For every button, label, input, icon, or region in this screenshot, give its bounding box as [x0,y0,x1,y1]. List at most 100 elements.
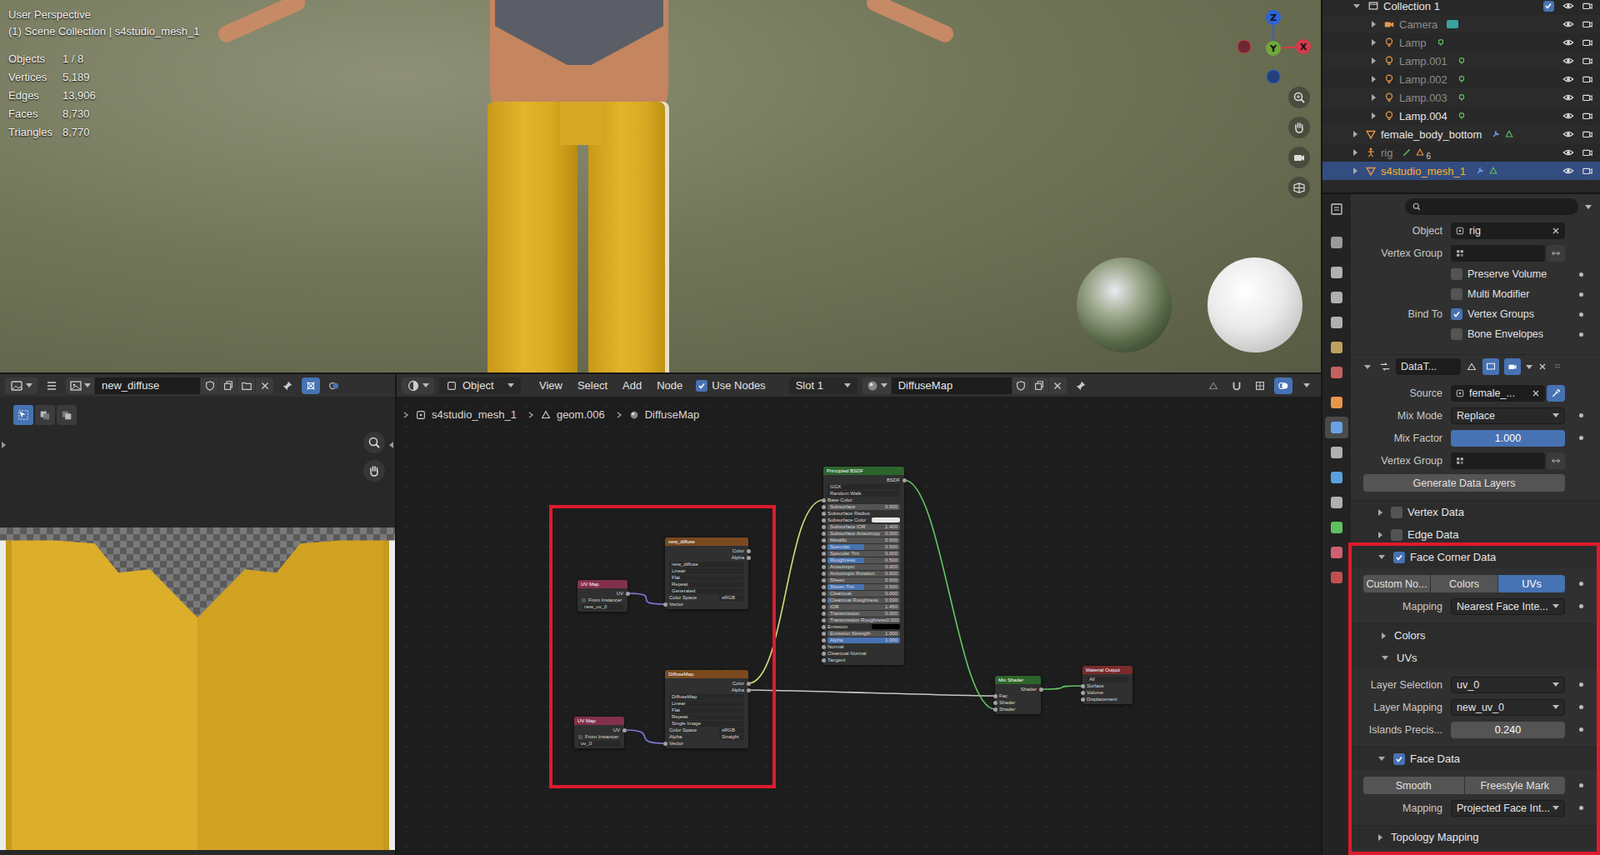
expand-arrow-icon[interactable] [1381,655,1389,660]
shader-node[interactable]: DiffuseMap Color Alpha DiffuseMapLinearF… [665,670,749,749]
render-camera-icon[interactable] [1581,128,1594,140]
checkbox[interactable]: Bone Envelopes [1450,328,1565,340]
light-data-icon[interactable] [1456,92,1467,103]
segment-option[interactable]: Smooth [1363,776,1465,795]
render-camera-icon[interactable] [1581,110,1594,122]
clear-icon[interactable] [1530,388,1541,399]
exclude-checkbox[interactable] [1543,0,1555,12]
properties-tab-icon[interactable] [1325,566,1349,589]
properties-tab-icon[interactable] [1325,441,1349,464]
eye-icon[interactable] [1562,18,1575,30]
field-input[interactable]: rig [1450,222,1565,240]
dropdown[interactable]: Nearest Face Inte... [1450,598,1565,615]
eye-icon[interactable] [1562,73,1575,85]
eye-icon[interactable] [1562,91,1575,104]
overlay-icon[interactable] [325,377,344,395]
image-name-field[interactable]: new_diffuse [95,377,200,395]
uv-sync-icon[interactable] [301,377,320,395]
expand-arrow-icon[interactable] [1371,75,1376,83]
pin-icon[interactable] [1071,377,1090,395]
light-data-icon[interactable] [1456,55,1467,66]
render-camera-icon[interactable] [1581,165,1594,177]
properties-tab-icon[interactable] [1325,231,1349,254]
edit-mode-toggle-icon[interactable] [1465,360,1478,373]
remove-modifier-icon[interactable] [1537,361,1548,372]
shader-node[interactable]: Principled BSDF BSDF GGXRandom Walk Base… [823,466,905,665]
generate-data-layers-button[interactable]: Generate Data Layers [1363,474,1565,492]
eye-icon[interactable] [1562,128,1575,140]
render-camera-icon[interactable] [1581,18,1594,30]
shader-node[interactable]: new_diffuse Color Alpha new_diffuseLinea… [665,537,749,610]
expand-arrow-icon[interactable] [1371,20,1376,28]
expand-arrow-icon[interactable] [1371,112,1376,120]
expand-arrow-icon[interactable] [1381,632,1386,640]
outliner-row[interactable]: Lamp.003 [1322,88,1600,107]
material-browse-icon[interactable] [862,377,891,395]
expand-arrow-icon[interactable] [1371,94,1376,101]
field-input[interactable] [1450,452,1545,470]
invert-button[interactable] [1546,452,1565,470]
overlay-options-icon[interactable] [1297,377,1316,395]
light-data-icon[interactable] [1435,37,1446,48]
snap-icon[interactable] [1227,377,1246,395]
outliner-row[interactable]: Lamp.004 [1322,106,1600,125]
sidebar-toggle-icon[interactable] [389,441,394,449]
expand-arrow-icon[interactable] [1371,57,1376,65]
outliner-row[interactable]: Lamp [1322,33,1600,52]
grid-projection-icon[interactable] [1288,176,1310,199]
shader-node[interactable]: Material Output All Surface Volume Displ… [1082,665,1133,705]
dropdown[interactable]: Replace [1450,407,1565,425]
select-extend-icon[interactable] [35,405,55,425]
properties-tab-icon[interactable] [1325,466,1349,489]
drag-handle-icon[interactable] [1552,361,1563,372]
checkbox[interactable]: Multi Modifier [1450,288,1565,300]
modifier-icon[interactable] [1490,129,1501,140]
outliner-row[interactable]: Camera [1322,15,1600,34]
material-slot-dropdown[interactable]: Slot 1 [789,377,858,395]
expand-arrow-icon[interactable] [1378,555,1385,560]
properties-tab-icon[interactable] [1325,391,1349,414]
render-camera-icon[interactable] [1581,146,1594,159]
menu-icon[interactable] [42,377,61,395]
editor-type-button[interactable] [1330,198,1344,220]
subpanel-title[interactable]: Vertex Data [1407,505,1465,519]
outliner-row[interactable]: female_body_bottom [1322,125,1600,144]
subpanel-title[interactable]: Face Corner Data [1410,550,1496,564]
checkbox[interactable]: Vertex Groups [1450,308,1565,320]
pin-icon[interactable] [278,377,297,395]
subpanel-checkbox[interactable] [1393,551,1405,564]
expand-arrow-icon[interactable] [1353,149,1358,156]
properties-tab-icon[interactable] [1325,336,1349,359]
checkbox[interactable]: Preserve Volume [1450,268,1565,280]
segment-option[interactable]: Freestyle Mark [1465,776,1566,795]
outliner-row[interactable]: rig 6 [1322,143,1600,162]
outliner-row[interactable]: Collection 1 [1322,0,1600,15]
select-box-icon[interactable] [13,405,34,425]
eye-icon[interactable] [1562,165,1575,177]
eye-icon[interactable] [1562,110,1575,122]
render-camera-icon[interactable] [1581,91,1594,104]
fake-user-icon[interactable] [1012,377,1030,395]
dropdown[interactable]: Projected Face Int... [1450,800,1565,817]
dropdown[interactable]: new_uv_0 [1450,699,1565,716]
subpanel-title[interactable]: Face Data [1410,752,1460,765]
properties-tab-icon[interactable] [1325,311,1349,334]
breadcrumb-item[interactable]: s4studio_mesh_1 [431,408,517,421]
field-input[interactable] [1450,245,1545,262]
clear-icon[interactable] [1550,225,1561,236]
subpanel-checkbox[interactable] [1393,753,1405,765]
use-nodes-checkbox[interactable]: Use Nodes [695,379,765,392]
expand-arrow-icon[interactable] [1378,509,1383,516]
render-camera-icon[interactable] [1581,73,1594,85]
expand-arrow-icon[interactable] [1371,39,1376,46]
eye-icon[interactable] [1562,36,1575,49]
expand-arrow-icon[interactable] [1378,756,1385,761]
parent-node-tree-icon[interactable] [1204,377,1223,395]
mesh-data-icon[interactable] [1488,165,1499,176]
duplicate-icon[interactable] [219,377,237,395]
fake-user-icon[interactable] [200,377,219,395]
hand-pan-icon[interactable] [363,460,385,482]
subpanel-title[interactable]: Topology Mapping [1390,830,1480,844]
subpanel-title[interactable]: UVs [1396,651,1418,665]
zoom-icon[interactable] [363,431,385,454]
